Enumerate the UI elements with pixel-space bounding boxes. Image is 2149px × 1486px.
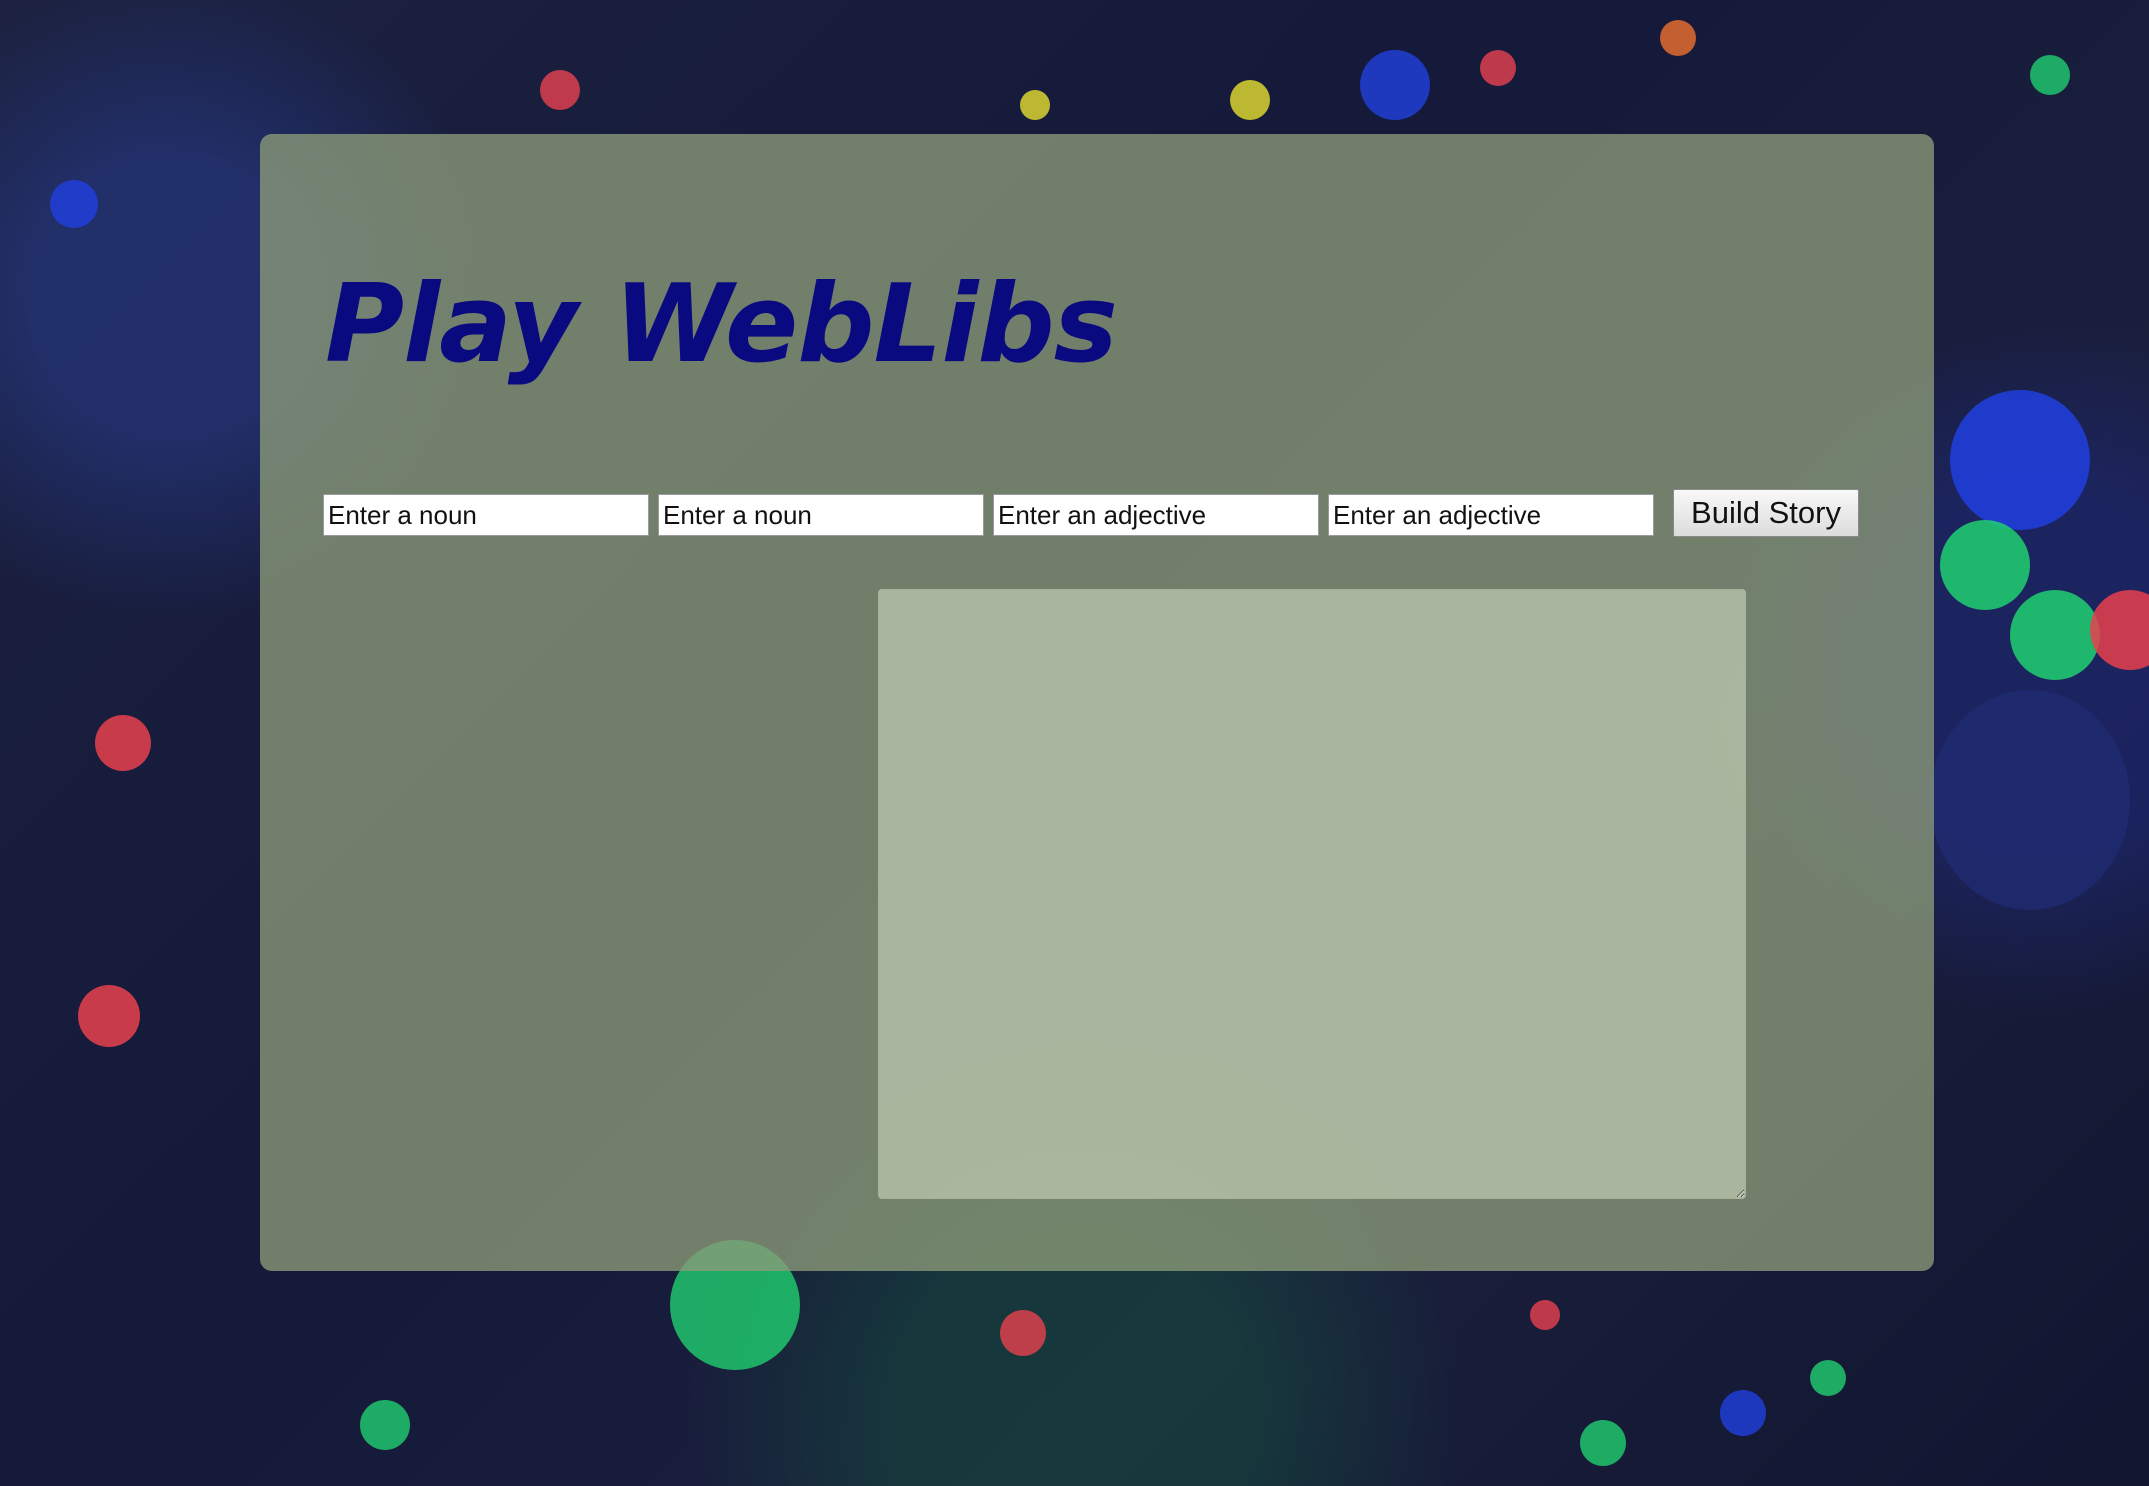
page-title: Play WebLibs — [325, 262, 1118, 387]
word-inputs-row — [323, 494, 1663, 536]
adjective-input-1[interactable] — [993, 494, 1319, 536]
noun-input-2[interactable] — [658, 494, 984, 536]
build-story-button[interactable]: Build Story — [1673, 489, 1859, 537]
noun-input-1[interactable] — [323, 494, 649, 536]
adjective-input-2[interactable] — [1328, 494, 1654, 536]
story-output-textarea[interactable] — [878, 589, 1746, 1199]
